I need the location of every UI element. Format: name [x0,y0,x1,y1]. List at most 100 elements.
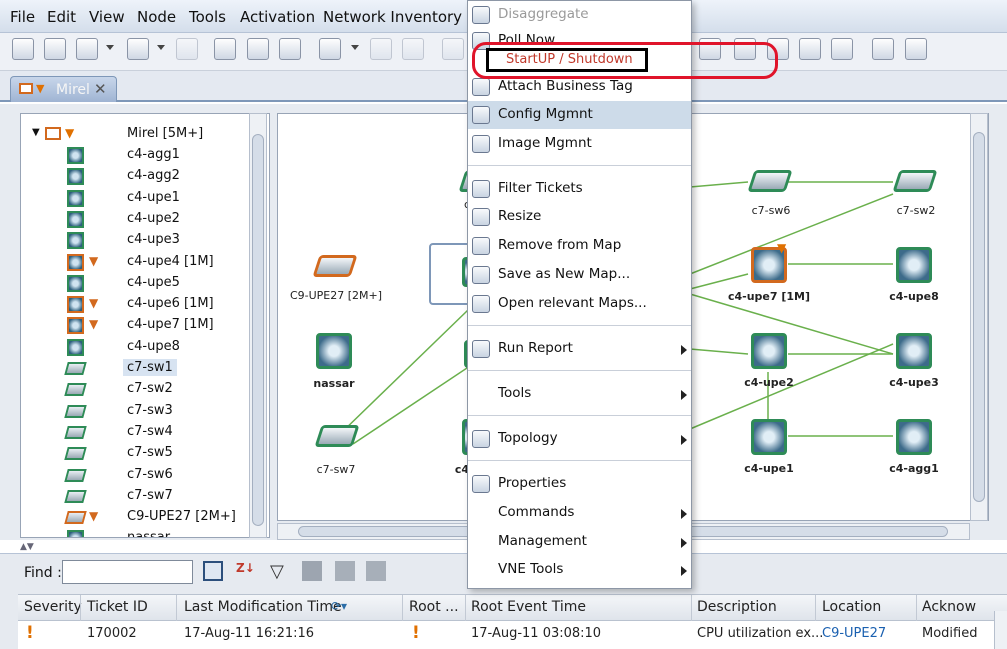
node-c7-sw7[interactable]: c7-sw7 [314,417,360,476]
switch-icon[interactable] [312,255,358,277]
save-icon[interactable] [176,38,198,60]
router-icon[interactable] [751,333,787,369]
layout-icon[interactable] [319,38,341,60]
table-scrollbar[interactable] [994,611,1007,649]
open-folder-icon[interactable] [44,38,66,60]
menu-item-tools[interactable]: Tools [468,380,691,408]
tree-item[interactable]: c7-sw6 [21,465,256,486]
tree-item[interactable]: ▼ c4-upe7 [1M] [21,315,256,336]
node-nassar[interactable]: nassar [313,333,355,390]
tree-item[interactable]: c4-upe8 [21,337,256,358]
find-input[interactable] [62,560,193,584]
tree-item[interactable]: c7-sw7 [21,486,256,507]
link-line[interactable] [689,273,749,290]
link-line[interactable] [689,293,894,355]
table-view-icon[interactable] [247,38,269,60]
col-acknowledged[interactable]: Acknow [922,599,976,615]
remove-icon[interactable] [366,561,386,581]
map-view-icon[interactable] [214,38,236,60]
menu-edit[interactable]: Edit [47,8,76,26]
column-divider[interactable] [465,595,466,622]
collapse-icon[interactable]: ▲▼ [20,542,34,552]
router-icon[interactable] [896,247,932,283]
up-level-icon[interactable] [442,38,464,60]
refresh-disabled-icon[interactable] [402,38,424,60]
menu-item-topology[interactable]: Topology [468,425,691,453]
column-divider[interactable] [80,595,81,622]
node-c4-upe7[interactable]: ▼ c4-upe7 [1M] [728,241,810,303]
menu-node[interactable]: Node [137,8,176,26]
col-root[interactable]: Root ... [409,599,459,615]
pan-hand-icon[interactable] [831,38,853,60]
menu-item-vne-tools[interactable]: VNE Tools [468,556,691,584]
link-line[interactable] [689,181,749,188]
tree-item[interactable]: c7-sw1 [21,358,256,379]
topology-icon[interactable] [279,38,301,60]
menu-item-filter-tickets[interactable]: Filter Tickets [468,175,691,203]
node-c4-upe3[interactable]: c4-upe3 [889,333,939,389]
sort-icon[interactable]: Z↓ [236,561,256,581]
filter-icon[interactable]: ▽ [270,561,290,582]
router-icon[interactable] [751,419,787,455]
node-c4-upe8[interactable]: c4-upe8 [889,247,939,303]
tree-item[interactable]: c4-upe1 [21,188,256,209]
link-icon[interactable] [370,38,392,60]
map-vertical-scrollbar[interactable] [970,113,988,521]
tree-root[interactable]: ▼ ▼ Mirel [5M+] [21,124,256,145]
router-icon[interactable] [896,419,932,455]
link-line[interactable] [337,309,469,437]
add-element-icon[interactable] [127,38,149,60]
tree-item[interactable]: c4-agg1 [21,145,256,166]
chevron-down-icon[interactable] [106,45,114,50]
close-icon[interactable]: ✕ [94,80,107,98]
menu-file[interactable]: File [10,8,35,26]
tree-item[interactable]: nassar [21,528,256,537]
export-icon[interactable] [905,38,927,60]
tree-item[interactable]: c7-sw3 [21,401,256,422]
menu-item-properties[interactable]: Properties [468,470,691,498]
menu-item-image-mgmnt[interactable]: Image Mgmnt [468,130,691,158]
menu-activation[interactable]: Activation [240,8,315,26]
scroll-thumb[interactable] [252,134,264,526]
column-divider[interactable] [691,595,692,622]
sync-icon[interactable] [872,38,894,60]
menu-tools[interactable]: Tools [189,8,226,26]
sort-descending-icon[interactable]: ⟳▾ [331,599,347,613]
switch-icon[interactable] [892,170,938,192]
menu-item-config-mgmnt[interactable]: Config Mgmnt [468,101,691,129]
col-severity[interactable]: Severity [24,599,82,615]
tree-item[interactable]: ▼ c4-upe4 [1M] [21,252,256,273]
menu-view[interactable]: View [89,8,125,26]
menu-item-open-relevant-maps[interactable]: Open relevant Maps... [468,290,691,318]
menu-item-run-report[interactable]: Run Report [468,335,691,363]
link-line[interactable] [689,348,749,355]
tree-item[interactable]: ▼ C9-UPE27 [2M+] [21,507,256,528]
col-description[interactable]: Description [697,599,777,615]
node-c9-upe27[interactable]: C9-UPE27 [2M+] [290,247,382,302]
col-location[interactable]: Location [822,599,881,615]
calendar-icon[interactable] [203,561,223,581]
tree-scrollbar[interactable] [249,113,267,538]
menu-item-save-as-new-map[interactable]: Save as New Map... [468,261,691,289]
zoom-icon[interactable] [799,38,821,60]
tree-item[interactable]: ▼ c4-upe6 [1M] [21,294,256,315]
menu-item-resize[interactable]: Resize [468,203,691,231]
tree-item[interactable]: c7-sw4 [21,422,256,443]
new-map-icon[interactable] [12,38,34,60]
menu-item-remove-from-map[interactable]: Remove from Map [468,232,691,260]
menu-item-disaggregate[interactable]: Disaggregate [468,1,691,29]
tree-item[interactable]: c7-sw2 [21,379,256,400]
list-view-icon[interactable] [76,38,98,60]
col-last-modification-time[interactable]: Last Modification Time [184,599,342,615]
tree-item[interactable]: c7-sw5 [21,443,256,464]
acknowledge-icon[interactable] [302,561,322,581]
router-icon[interactable] [896,333,932,369]
router-icon[interactable] [316,333,352,369]
chevron-down-icon[interactable] [157,45,165,50]
menu-item-management[interactable]: Management [468,528,691,556]
tree-item[interactable]: c4-agg2 [21,166,256,187]
location-link[interactable]: C9-UPE27 [822,626,886,641]
scroll-thumb[interactable] [973,132,985,502]
column-divider[interactable] [176,595,177,622]
tree-item[interactable]: c4-upe5 [21,273,256,294]
